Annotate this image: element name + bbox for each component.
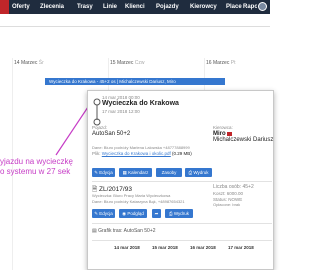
order-client: Wycieczka: Biuro Pracy Maria Wycieczkowa [92,193,171,198]
order-contact: Dane: Biuro podróży Katarzyna Bąk, +4898… [92,199,185,204]
trip-event-bar[interactable]: Wycieczka do Krakowa - 45+2 os | Michalc… [45,78,225,85]
calendar-icon: ▤ [92,228,97,234]
nav-trasy[interactable]: Trasy [77,2,93,12]
schedule-strip: 14 mar 2018 15 mar 2018 16 mar 2018 17 m… [92,240,272,253]
nav-linie[interactable]: Linie [103,2,117,12]
printer-icon: ⎙ [168,211,173,216]
divider [92,181,272,182]
divider [0,26,270,27]
share-icon: ➦ [154,211,159,216]
nav-raporty[interactable]: Raport [243,2,257,12]
print-button[interactable]: ⎙ Wydruk [185,168,212,177]
schedule-date[interactable]: 17 mar 2018 [228,245,254,250]
schedule-date[interactable]: 14 mar 2018 [114,245,140,250]
trip-title: Wycieczka do Krakowa [102,100,179,107]
date-header: 16 Marzec Pt [206,60,236,66]
attachment-link[interactable]: Wycieczka do Krakowa i okolic.pdf [102,151,171,156]
nav-klienci[interactable]: Klienci [125,2,145,12]
calendar-button[interactable]: ▦ Kalendarz [119,168,152,177]
order-share-button[interactable]: ➦ [152,209,161,218]
order-edit-button[interactable]: ✎ Edycja [92,209,115,218]
user-avatar[interactable] [258,2,267,11]
driver-label: Kierowca: [213,125,233,130]
nav-pojazdy[interactable]: Pojazdy [156,2,179,12]
driver-name: Michalczewski Dariusz [213,137,274,143]
vehicle-label: Pojazd: [92,125,108,130]
schedule-date[interactable]: 16 mar 2018 [190,245,216,250]
nav-place[interactable]: Place [226,2,242,12]
flag-icon [227,132,232,136]
calendar-icon: ▦ [122,170,127,175]
seat-count: Liczba osób: 45+2 [213,184,254,190]
order-preview-button[interactable]: ◉ Podgląd [119,209,147,218]
nav-oferty[interactable]: Oferty [12,2,30,12]
trip-end-time: 17 mar 2018 12:00 [102,109,140,114]
payment-status: Opłacone: brak [213,202,241,207]
pencil-icon: ✎ [94,170,98,175]
eye-icon: ◉ [122,211,127,216]
brand-logo[interactable] [0,0,9,14]
schedule-label: ▤ Grafik tras: AutoSan 50+2 [92,228,156,234]
divider [92,223,272,224]
document-icon: 🗎 [92,186,98,193]
order-print-button[interactable]: ⎙ Wydruk [165,209,193,218]
route-icon [93,98,101,126]
attachment: Plik: Wycieczka do Krakowa i okolic.pdf … [92,151,192,156]
client-info: Dane: Biuro podróży Marlena Lalowska +48… [92,145,190,150]
nav-kierowcy[interactable]: Kierowcy [190,2,217,12]
vehicle-name: AutoSan 50+2 [92,131,131,137]
resources-button[interactable]: Zasoby [156,168,182,177]
edit-button[interactable]: ✎ Edycja [92,168,115,177]
pencil-icon: ✎ [94,211,98,216]
schedule-date[interactable]: 15 mar 2018 [152,245,178,250]
date-header: 15 Marzec Czw [110,60,145,66]
printer-icon: ⎙ [188,170,193,175]
date-header: 14 Marzec Śr [14,60,44,66]
order-cost: Koszt: 6000.00 [213,191,244,196]
trip-popup: 14 mar 2018 00:00 Wycieczka do Krakowa 1… [87,90,274,270]
annotation-line: o systemu w 27 sek [0,167,71,176]
nav-zlecenia[interactable]: Zlecenia [40,2,64,12]
